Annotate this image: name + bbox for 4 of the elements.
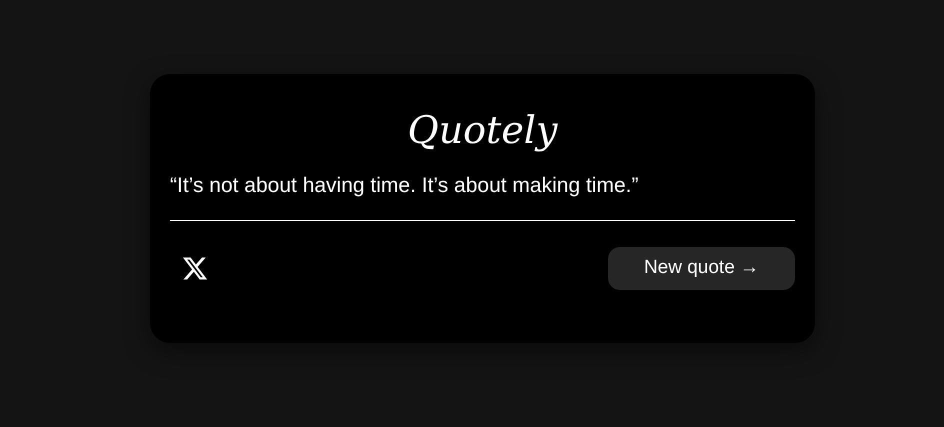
x-icon[interactable] — [181, 255, 209, 282]
new-quote-button[interactable]: New quote → — [608, 247, 795, 290]
app-title: Quotely — [408, 107, 558, 154]
quote-text: “It’s not about having time. It’s about making time.” — [170, 173, 640, 199]
